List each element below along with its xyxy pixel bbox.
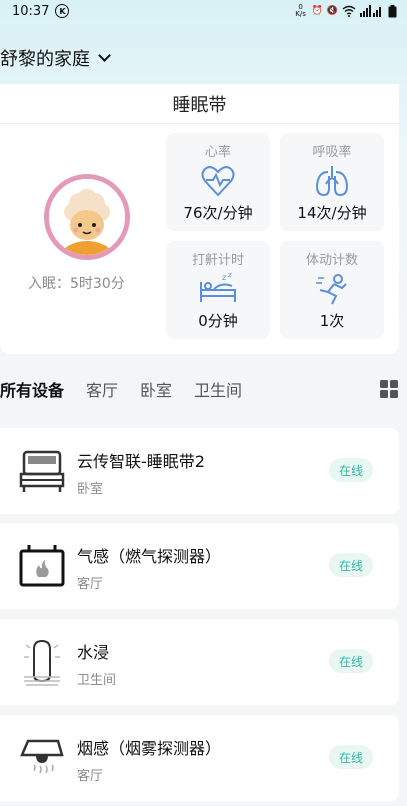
sleep-band-card[interactable]: 睡眠带 入眠：5时30分 心率 76次/分钟 呼吸率 14次/分钟 打鼾计时 z… [0,84,399,354]
stat-respiration-rate[interactable]: 呼吸率 14次/分钟 [280,133,384,231]
stat-label: 打鼾计时 [191,253,244,268]
device-name: 水浸 [77,643,110,662]
stat-label: 体动计数 [305,253,358,268]
water-sensor-icon [24,639,60,686]
status-time: 10:37 [12,3,50,19]
stat-value: 76次/分钟 [183,204,253,222]
online-status-badge: 在线 [329,649,373,673]
heart-icon [201,166,235,197]
device-name: 烟感（烟雾探测器） [77,739,222,758]
online-status-badge: 在线 [329,553,373,577]
sleep-card-title: 睡眠带 [0,84,399,124]
device-card[interactable]: 烟感（烟雾探测器） 客厅 在线 [0,715,399,801]
app-notification-icon: K [55,4,70,18]
stat-snore-time[interactable]: 打鼾计时 z z 0分钟 [166,241,270,339]
svg-text:z: z [222,273,226,282]
stat-value: 1次 [319,312,345,330]
snore-bed-icon: z z [200,272,236,302]
chevron-down-icon [98,49,111,62]
battery-icon [388,4,397,17]
device-room: 客厅 [77,577,104,592]
tab-bathroom[interactable]: 卫生间 [194,377,242,401]
tab-living-room[interactable]: 客厅 [86,377,118,401]
svg-text:z: z [228,272,232,279]
smoke-detector-icon [20,739,64,774]
tab-bedroom[interactable]: 卧室 [140,377,172,401]
wifi-icon [342,5,356,17]
body-move-icon [316,274,347,305]
avatar [44,174,130,260]
status-icons: 0 K/s ⏰ 🔇 [294,4,397,18]
device-card[interactable]: 云传智联-睡眠带2 卧室 在线 [0,428,399,514]
device-name: 云传智联-睡眠带2 [77,452,205,471]
lungs-icon [315,166,349,197]
sleep-onset-time: 入眠：5时30分 [28,276,125,292]
device-room: 客厅 [77,769,104,784]
grid-view-icon[interactable] [379,379,399,399]
home-name: 舒黎的家庭 [0,49,90,70]
stat-body-movement[interactable]: 体动计数 1次 [280,241,384,339]
mute-icon: 🔇 [326,6,338,16]
device-name: 气感（燃气探测器） [77,547,222,566]
device-room: 卧室 [77,482,104,497]
stat-label: 呼吸率 [312,145,352,160]
tab-all-devices[interactable]: 所有设备 [0,377,64,401]
home-selector[interactable]: 舒黎的家庭 [0,44,111,72]
signal-icon [360,5,381,17]
online-status-badge: 在线 [329,458,373,482]
network-speed: 0 K/s [295,3,306,18]
gas-detector-icon [19,545,65,587]
device-room: 卫生间 [77,673,117,688]
stat-label: 心率 [204,145,231,160]
bed-icon [19,450,65,492]
stat-value: 0分钟 [198,312,238,330]
status-bar: 10:37 K 0 K/s ⏰ 🔇 [0,0,407,22]
device-card[interactable]: 水浸 卫生间 在线 [0,619,399,705]
online-status-badge: 在线 [329,745,373,769]
stat-value: 14次/分钟 [297,204,367,222]
device-card[interactable]: 气感（燃气探测器） 客厅 在线 [0,523,399,609]
alarm-icon: ⏰ [311,6,323,16]
stat-heart-rate[interactable]: 心率 76次/分钟 [166,133,270,231]
room-tabs: 所有设备 客厅 卧室 卫生间 [0,374,264,404]
